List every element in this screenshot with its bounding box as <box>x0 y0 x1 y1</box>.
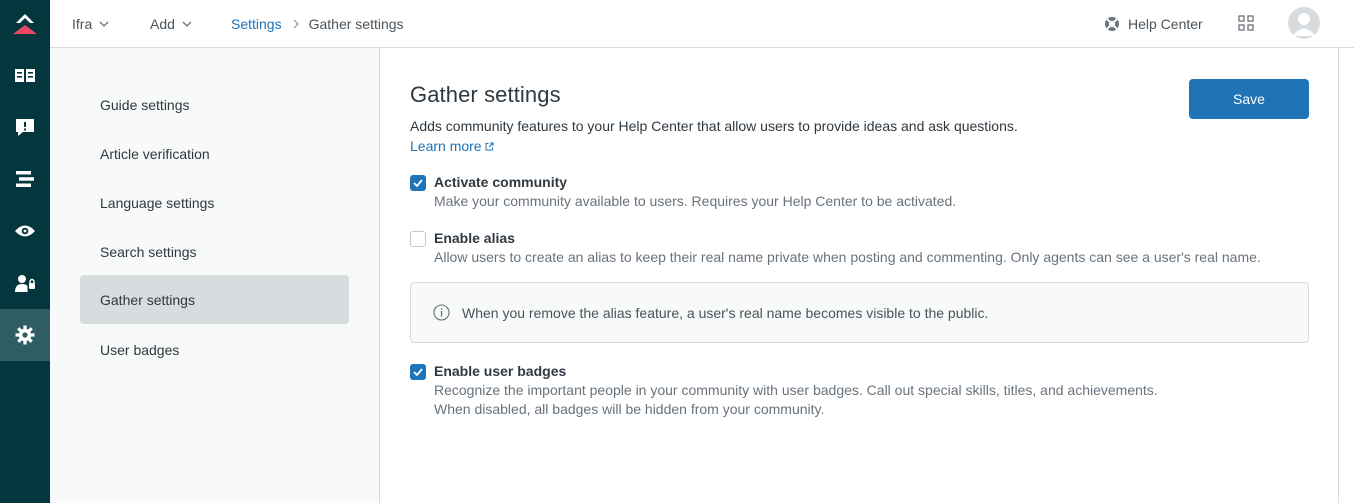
breadcrumb-current: Gather settings <box>308 15 404 32</box>
knowledge-book-icon[interactable] <box>0 49 50 101</box>
add-menu[interactable]: Add <box>150 0 192 47</box>
page-description: Adds community features to your Help Cen… <box>410 118 1018 134</box>
main-content: Gather settings Adds community features … <box>380 48 1354 503</box>
nav-item-label: Guide settings <box>100 96 190 113</box>
enable-alias-hint: Allow users to create an alias to keep t… <box>434 249 1261 265</box>
chevron-right-icon <box>293 19 299 29</box>
breadcrumb-settings-link[interactable]: Settings <box>231 16 282 32</box>
top-bar: Ifra Add Settings Gather settings Help C… <box>50 0 1354 48</box>
layers-icon[interactable] <box>0 153 50 205</box>
lifebuoy-icon <box>1105 16 1119 31</box>
alert-bubble-icon[interactable] <box>0 101 50 153</box>
activate-community-label[interactable]: Activate community <box>434 174 567 190</box>
zendesk-guide-logo-icon[interactable] <box>0 0 50 48</box>
content-divider <box>1338 48 1339 503</box>
nav-item-label: Article verification <box>100 145 210 162</box>
enable-user-badges-label[interactable]: Enable user badges <box>434 363 566 379</box>
nav-item-label: Gather settings <box>100 291 195 308</box>
alias-notice-text: When you remove the alias feature, a use… <box>462 304 989 321</box>
checkmark-icon <box>413 179 423 187</box>
nav-item-guide-settings[interactable]: Guide settings <box>80 80 349 129</box>
learn-more-label: Learn more <box>410 138 482 154</box>
page-title: Gather settings <box>410 82 561 107</box>
enable-alias-checkbox[interactable] <box>410 231 426 247</box>
external-link-icon <box>485 142 494 150</box>
nav-item-article-verification[interactable]: Article verification <box>80 129 349 178</box>
alias-notice: When you remove the alias feature, a use… <box>410 282 1309 343</box>
help-center-link[interactable]: Help Center <box>1104 0 1203 47</box>
nav-item-label: User badges <box>100 341 180 358</box>
brand-menu[interactable]: Ifra <box>72 0 109 47</box>
product-rail <box>0 0 50 503</box>
user-lock-icon[interactable] <box>0 257 50 309</box>
chevron-down-icon <box>99 21 109 27</box>
save-button[interactable]: Save <box>1189 79 1309 119</box>
user-avatar-icon <box>1293 13 1315 36</box>
chevron-down-icon <box>182 21 192 27</box>
nav-item-language-settings[interactable]: Language settings <box>80 178 349 227</box>
gear-icon[interactable] <box>0 309 50 361</box>
help-center-label: Help Center <box>1128 15 1203 32</box>
activate-community-checkbox[interactable] <box>410 175 426 191</box>
add-menu-label: Add <box>150 15 175 32</box>
nav-item-search-settings[interactable]: Search settings <box>80 227 349 276</box>
learn-more-link[interactable]: Learn more <box>410 138 494 154</box>
enable-alias-label[interactable]: Enable alias <box>434 230 515 246</box>
nav-item-gather-settings[interactable]: Gather settings <box>80 275 349 324</box>
activate-community-hint: Make your community available to users. … <box>434 193 957 209</box>
nav-item-user-badges[interactable]: User badges <box>80 325 349 374</box>
checkmark-icon <box>413 368 423 376</box>
avatar[interactable] <box>1288 7 1320 39</box>
breadcrumb: Settings Gather settings <box>231 0 404 47</box>
nav-item-label: Search settings <box>100 243 197 260</box>
brand-menu-label: Ifra <box>72 15 93 32</box>
enable-user-badges-checkbox[interactable] <box>410 364 426 380</box>
settings-nav: Guide settings Article verification Lang… <box>50 48 380 503</box>
enable-user-badges-hint: Recognize the important people in your c… <box>434 382 1158 398</box>
apps-grid-icon[interactable] <box>1237 14 1255 32</box>
eye-icon[interactable] <box>0 205 50 257</box>
info-icon <box>433 304 450 321</box>
nav-item-label: Language settings <box>100 194 215 211</box>
enable-user-badges-hint-2: When disabled, all badges will be hidden… <box>434 401 825 417</box>
